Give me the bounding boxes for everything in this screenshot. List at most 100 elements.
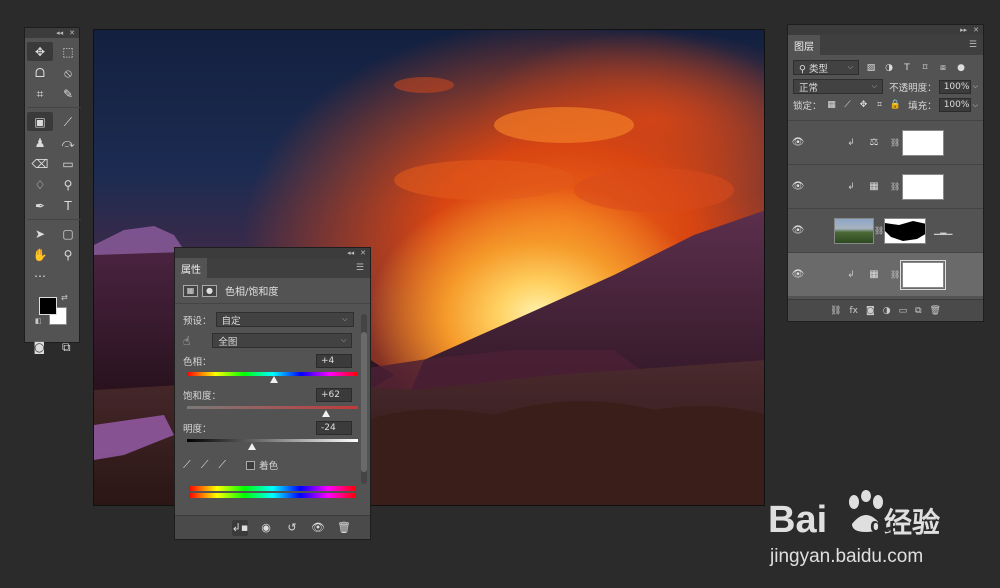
adjustment-layer-icon[interactable]: ▦ (183, 284, 198, 297)
add-mask-icon[interactable]: ◙ (866, 306, 875, 316)
mask-icon[interactable]: ● (202, 284, 217, 297)
history-brush-tool-icon[interactable]: ⤼ (55, 133, 81, 152)
filter-smart-object-icon[interactable]: ⧈ (937, 63, 949, 73)
properties-panel-bar[interactable]: ◂◂ ✕ (175, 248, 370, 258)
move-tool-icon[interactable]: ✥ (27, 42, 53, 61)
path-select-tool-icon[interactable]: ➤ (27, 224, 53, 243)
properties-scrollbar[interactable] (361, 314, 367, 484)
tab-properties[interactable]: 属性 (175, 258, 207, 278)
default-colors-icon[interactable]: ◧ (35, 317, 42, 325)
marquee-tool-icon[interactable]: ⬚ (55, 42, 81, 61)
layer-mask-thumbnail[interactable] (902, 173, 944, 200)
zoom-tool-icon[interactable]: ⚲ (55, 245, 81, 264)
lock-all-icon[interactable]: 🔒 (890, 100, 902, 110)
quick-select-tool-icon[interactable]: ⦸ (55, 63, 81, 82)
chevron-down-icon[interactable]: ⌵ (973, 82, 978, 91)
saturation-slider-track[interactable] (187, 406, 358, 417)
link-icon[interactable]: ⛓ (874, 226, 884, 235)
eyedropper-plus-icon[interactable]: ⟋ (201, 458, 209, 472)
clip-to-layer-icon[interactable]: ↲▪ (232, 519, 248, 536)
delete-layer-icon[interactable]: 🗑 (930, 306, 941, 316)
layer-row-image[interactable]: 👁 ⛓ ▁▂▁ (788, 208, 983, 252)
collapse-icon[interactable]: ◂◂ (56, 29, 63, 37)
panel-menu-icon[interactable]: ☰ (356, 263, 364, 273)
eye-icon[interactable]: 👁 (788, 181, 808, 192)
blur-tool-icon[interactable]: ♢ (27, 175, 53, 194)
layer-mask-thumbnail[interactable] (902, 129, 944, 156)
stamp-tool-icon[interactable]: ♟ (27, 133, 53, 152)
swap-colors-icon[interactable]: ⇄ (61, 293, 68, 302)
hand-tool-icon[interactable]: ✋ (27, 245, 53, 264)
eyedropper-minus-icon[interactable]: ⟋ (218, 458, 226, 472)
pen-tool-icon[interactable]: ✒ (27, 196, 53, 215)
layer-row-color-balance[interactable]: 👁 ↲ ⚖ ⛓ (788, 120, 983, 164)
new-group-icon[interactable]: ▭ (899, 306, 908, 316)
blend-mode-dropdown[interactable]: 正常 ⌵ (793, 79, 883, 94)
channel-dropdown[interactable]: 全图 ⌵ (212, 333, 353, 348)
image-mask-thumbnail[interactable] (884, 217, 926, 244)
delete-icon[interactable]: 🗑 (336, 520, 352, 536)
eraser-tool-icon[interactable]: ⌫ (27, 154, 53, 173)
new-adjustment-icon[interactable]: ◑ (883, 306, 891, 316)
lock-image-icon[interactable]: ⟋ (842, 100, 854, 110)
type-tool-icon[interactable]: T (55, 196, 81, 215)
hue-slider-track[interactable] (187, 372, 358, 383)
filter-pixel-icon[interactable]: ▨ (865, 63, 877, 73)
hue-slider-thumb[interactable] (270, 376, 279, 383)
dodge-tool-icon[interactable]: ⚲ (55, 175, 81, 194)
foreground-color-swatch[interactable] (39, 297, 57, 315)
preset-dropdown[interactable]: 自定 ⌵ (215, 312, 354, 327)
tools-panel-bar[interactable]: ◂◂ ✕ (25, 28, 79, 38)
opacity-input[interactable]: 100% (938, 79, 971, 94)
fx-icon[interactable]: fx (849, 306, 858, 316)
lightness-slider-track[interactable] (187, 439, 358, 450)
eye-icon[interactable]: 👁 (788, 225, 808, 236)
chevron-down-icon[interactable]: ⌵ (973, 101, 978, 110)
view-previous-icon[interactable]: ◉ (258, 520, 274, 536)
target-adjust-hand-icon[interactable]: ☝ (183, 334, 190, 348)
shape-tool-icon[interactable]: ▢ (55, 224, 81, 243)
scrollbar-thumb[interactable] (361, 332, 367, 472)
image-layer-thumbnail[interactable] (834, 217, 874, 244)
filter-toggle-icon[interactable]: ● (955, 63, 967, 73)
more-tools-icon[interactable]: ⋯ (27, 266, 53, 285)
layer-mask-thumbnail[interactable] (900, 259, 946, 290)
screen-mode-icon[interactable]: ⧉ (62, 337, 71, 356)
saturation-input[interactable]: +62 (316, 388, 352, 402)
filter-kind-dropdown[interactable]: ⚲ 类型 ⌵ (793, 60, 859, 75)
link-icon[interactable]: ⛓ (890, 270, 900, 279)
close-icon[interactable]: ✕ (360, 249, 366, 257)
quick-mask-icon[interactable]: ◙ (33, 337, 45, 356)
brush-tool-icon[interactable]: ⟋ (55, 112, 81, 131)
link-icon[interactable]: ⛓ (890, 138, 900, 147)
tab-layers[interactable]: 图层 (788, 35, 820, 55)
filter-adjustment-icon[interactable]: ◑ (883, 63, 895, 73)
eyedropper-tool-icon[interactable]: ✎ (55, 84, 81, 103)
close-icon[interactable]: ✕ (973, 26, 979, 34)
filter-type-icon[interactable]: T (901, 63, 913, 73)
panel-menu-icon[interactable]: ☰ (969, 40, 977, 50)
lock-transparent-icon[interactable]: ▦ (826, 100, 838, 110)
eye-icon[interactable]: 👁 (788, 269, 808, 280)
layer-row-hue-saturation[interactable]: 👁 ↲ ▦ ⛓ (788, 252, 983, 296)
lightness-slider-thumb[interactable] (247, 443, 256, 450)
colorize-checkbox[interactable] (246, 460, 256, 470)
colorize-option[interactable]: 着色 (246, 458, 278, 472)
collapse-icon[interactable]: ▸▸ (960, 26, 967, 34)
gradient-tool-icon[interactable]: ▭ (55, 154, 81, 173)
close-icon[interactable]: ✕ (69, 29, 75, 37)
new-layer-icon[interactable]: ⧉ (915, 306, 921, 316)
lock-artboard-icon[interactable]: ⌗ (874, 100, 886, 110)
saturation-slider-thumb[interactable] (321, 410, 330, 417)
fill-input[interactable]: 100% (938, 98, 971, 112)
eyedropper-icon[interactable]: ⟋ (183, 458, 191, 472)
layer-row-levels[interactable]: 👁 ↲ ▦ ⛓ (788, 164, 983, 208)
lock-position-icon[interactable]: ✥ (858, 100, 870, 110)
crop-tool-icon[interactable]: ⌗ (27, 84, 53, 103)
visibility-icon[interactable]: 👁 (310, 520, 326, 536)
filter-shape-icon[interactable]: ⌑ (919, 63, 931, 73)
eye-icon[interactable]: 👁 (788, 137, 808, 148)
link-icon[interactable]: ⛓ (890, 182, 900, 191)
lasso-tool-icon[interactable]: ᗝ (27, 63, 53, 82)
hue-input[interactable]: +4 (316, 354, 352, 368)
